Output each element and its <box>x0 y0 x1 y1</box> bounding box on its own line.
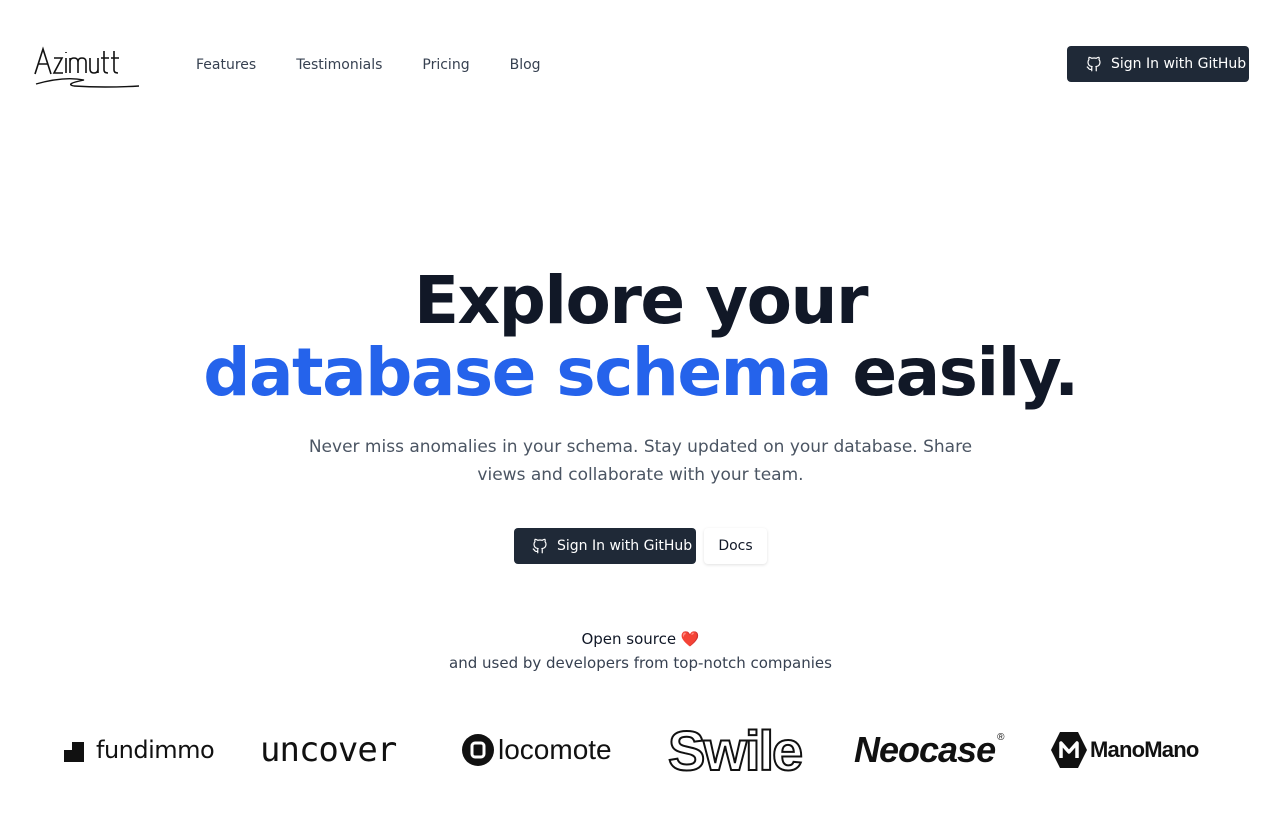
open-source-label: Open source <box>581 630 677 648</box>
header-signin-github-button[interactable]: Sign In with GitHub <box>1067 46 1249 82</box>
hero-title-line1: Explore your <box>413 262 869 339</box>
used-by-line: and used by developers from top-notch co… <box>449 654 832 672</box>
hero-title-rest: easily. <box>852 334 1079 411</box>
azimutt-logo[interactable] <box>34 46 142 90</box>
locomote-logo: locomote <box>462 722 612 778</box>
manomano-mark-icon <box>1050 731 1088 769</box>
manomano-text: ManoMano <box>1090 737 1199 762</box>
heart-icon: ❤️ <box>680 630 700 648</box>
hero-title-line2: database schema easily. <box>0 334 1281 412</box>
hero-title-accent: database schema <box>203 334 832 411</box>
hero-subtitle: Never miss anomalies in your schema. Sta… <box>308 437 973 485</box>
hero-signin-github-button[interactable]: Sign In with GitHub <box>514 528 696 564</box>
registered-mark: ® <box>997 732 1004 743</box>
fundimmo-logo: fundimmo <box>64 722 215 778</box>
hero-signin-label: Sign In with GitHub <box>557 538 693 554</box>
nav-testimonials[interactable]: Testimonials <box>296 57 382 73</box>
neocase-text: Neocase <box>854 729 996 770</box>
locomote-mark-icon <box>462 734 494 766</box>
open-source-line: Open source ❤️ <box>0 630 1281 648</box>
locomote-text: locomote <box>498 734 612 765</box>
neocase-logo: Neocase ® <box>854 722 1005 778</box>
header-signin-label: Sign In with GitHub <box>1111 56 1247 72</box>
nav-features[interactable]: Features <box>196 57 256 73</box>
nav-blog[interactable]: Blog <box>510 57 541 73</box>
nav-pricing[interactable]: Pricing <box>422 57 469 73</box>
uncover-logo: uncover <box>260 730 397 770</box>
main-nav: Features Testimonials Pricing Blog <box>196 57 541 73</box>
swile-logo: Swile <box>667 718 804 783</box>
github-icon <box>1085 55 1103 73</box>
manomano-logo: ManoMano <box>1050 722 1199 778</box>
docs-button[interactable]: Docs <box>704 528 767 564</box>
github-icon <box>531 537 549 555</box>
fundimmo-mark-icon <box>64 740 84 762</box>
fundimmo-text: fundimmo <box>96 736 215 764</box>
